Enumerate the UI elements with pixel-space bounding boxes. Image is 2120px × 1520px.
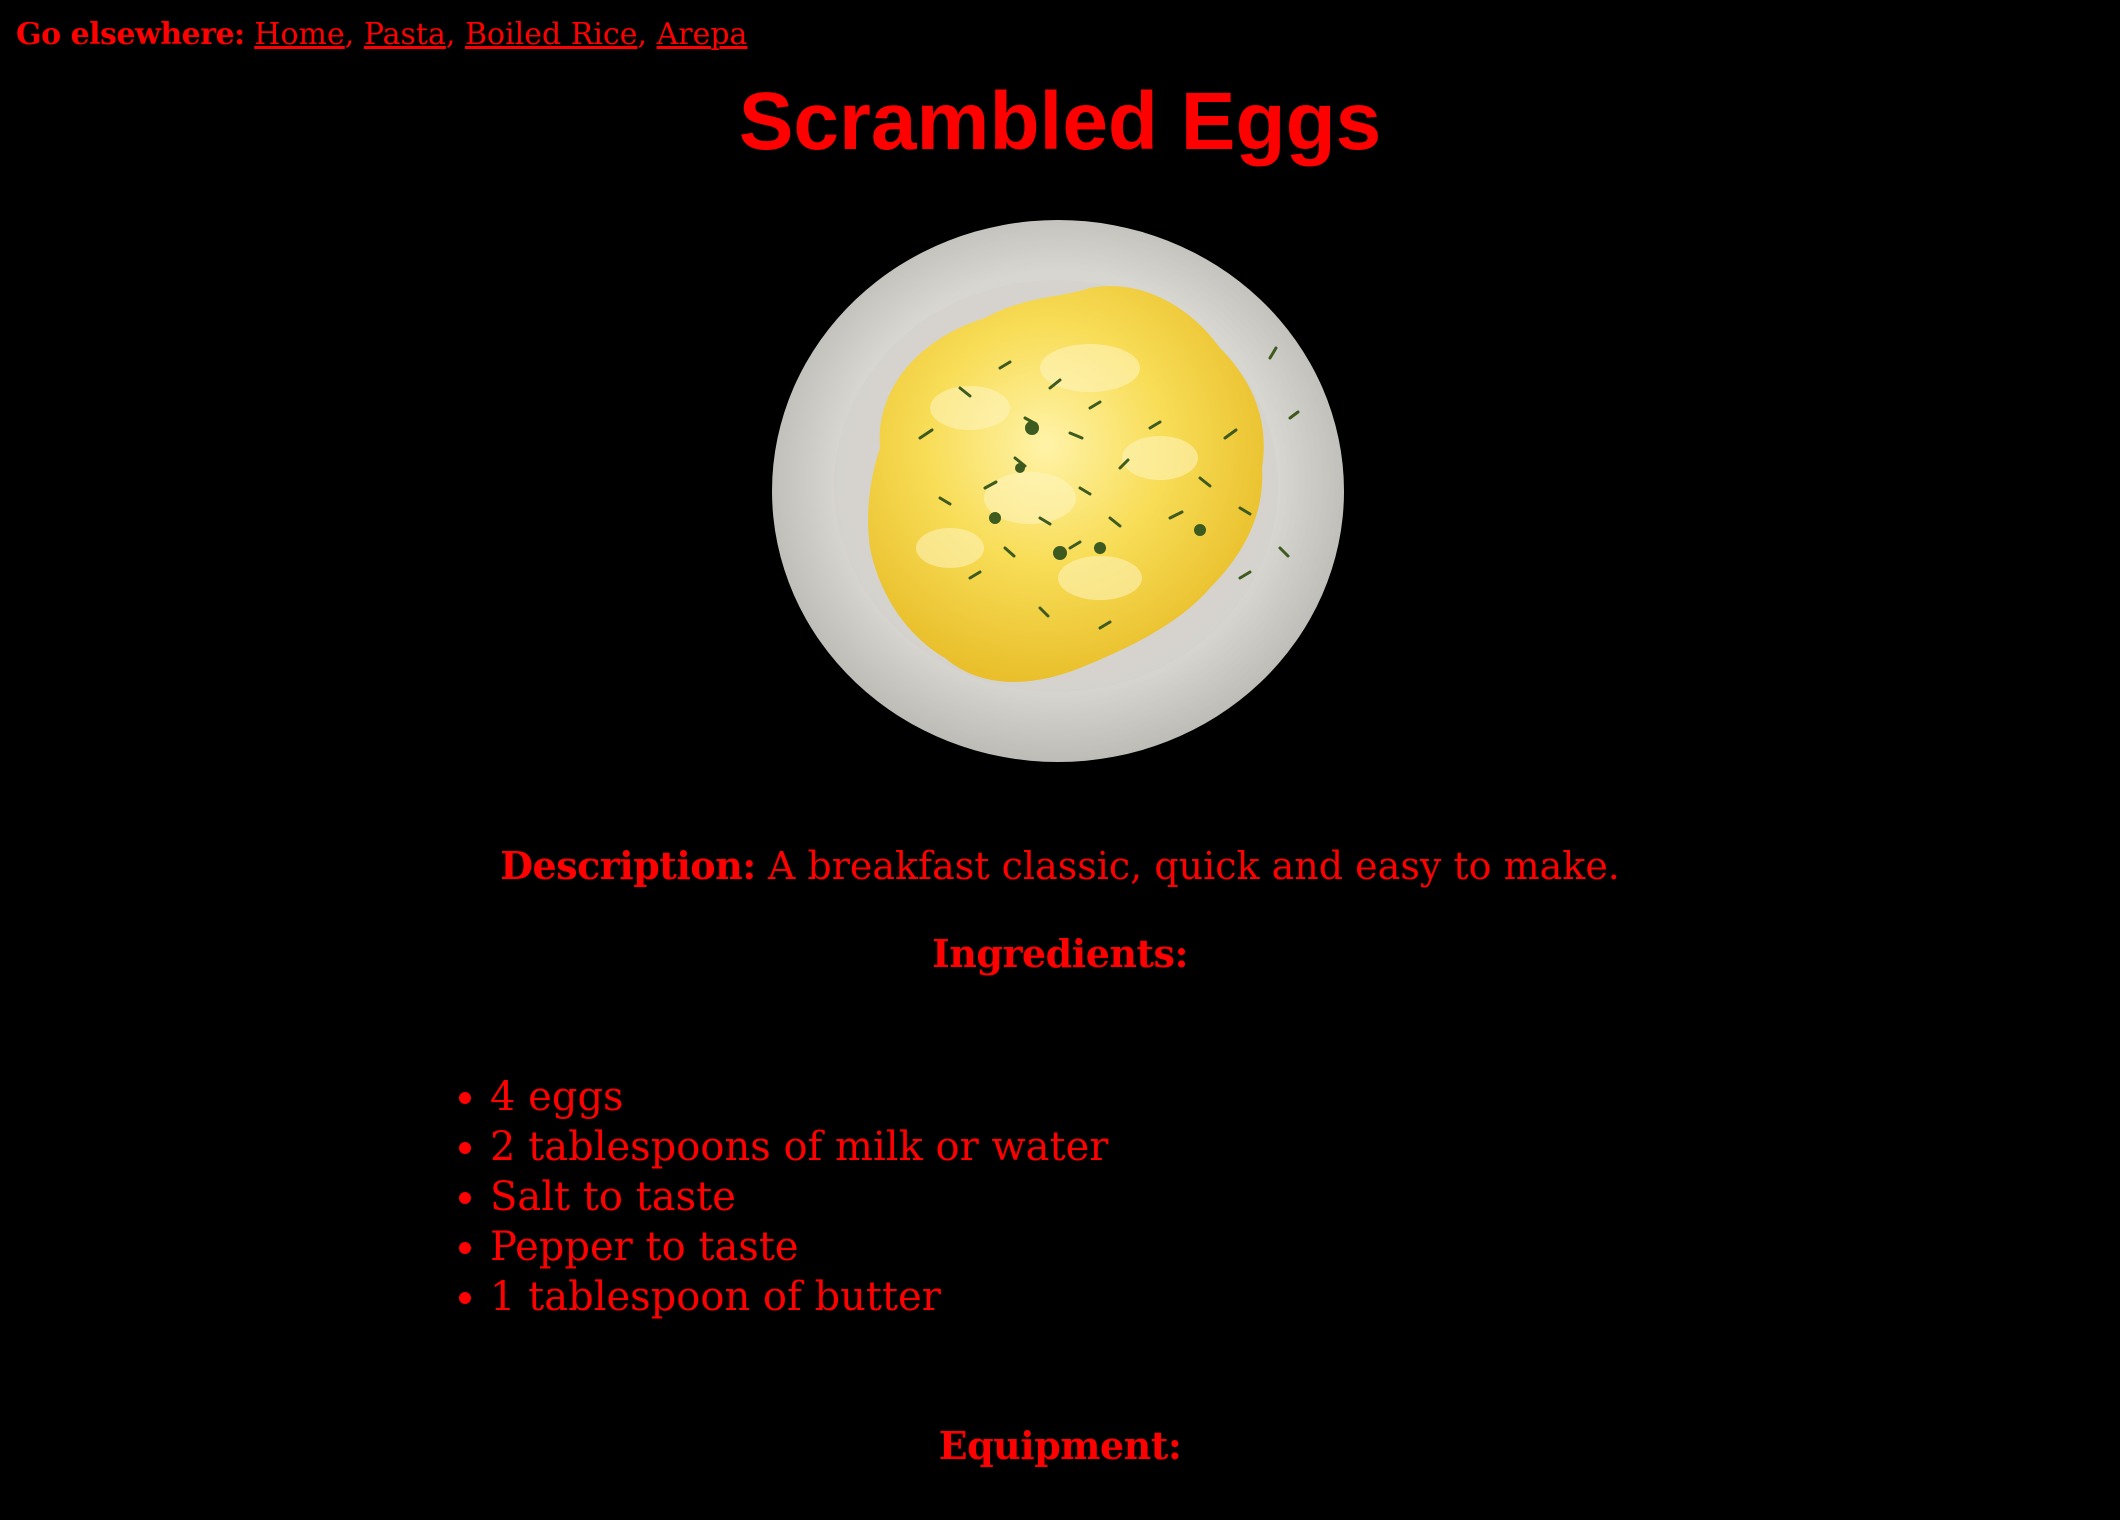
list-item: 2 tablespoons of milk or water: [490, 1122, 1108, 1172]
nav-label: Go elsewhere:: [16, 17, 245, 52]
list-item: 1 tablespoon of butter: [490, 1272, 1108, 1322]
page-title: Scrambled Eggs: [738, 76, 1382, 167]
nav-separator: ,: [344, 17, 355, 52]
equipment-heading: Equipment:: [938, 1423, 1182, 1468]
nav-link-boiled-rice[interactable]: Boiled Rice: [465, 17, 638, 52]
description-label: Description:: [500, 843, 756, 888]
list-item: Pepper to taste: [490, 1222, 1108, 1272]
ingredients-heading: Ingredients:: [932, 931, 1188, 976]
nav-separator: ,: [637, 17, 648, 52]
list-item: 4 eggs: [490, 1072, 1108, 1122]
recipe-description: Description: A breakfast classic, quick …: [0, 840, 2120, 892]
scrambled-eggs-image: [772, 220, 1344, 762]
list-item: Salt to taste: [490, 1172, 1108, 1222]
nav-link-arepa[interactable]: Arepa: [657, 17, 748, 52]
description-text: A breakfast classic, quick and easy to m…: [767, 844, 1620, 888]
nav-link-home[interactable]: Home: [254, 17, 344, 52]
nav-link-pasta[interactable]: Pasta: [364, 17, 446, 52]
nav-separator: ,: [445, 17, 456, 52]
ingredients-list: 4 eggs 2 tablespoons of milk or water Sa…: [440, 1072, 1108, 1322]
navigation-bar: Go elsewhere: Home, Pasta, Boiled Rice, …: [16, 14, 747, 56]
